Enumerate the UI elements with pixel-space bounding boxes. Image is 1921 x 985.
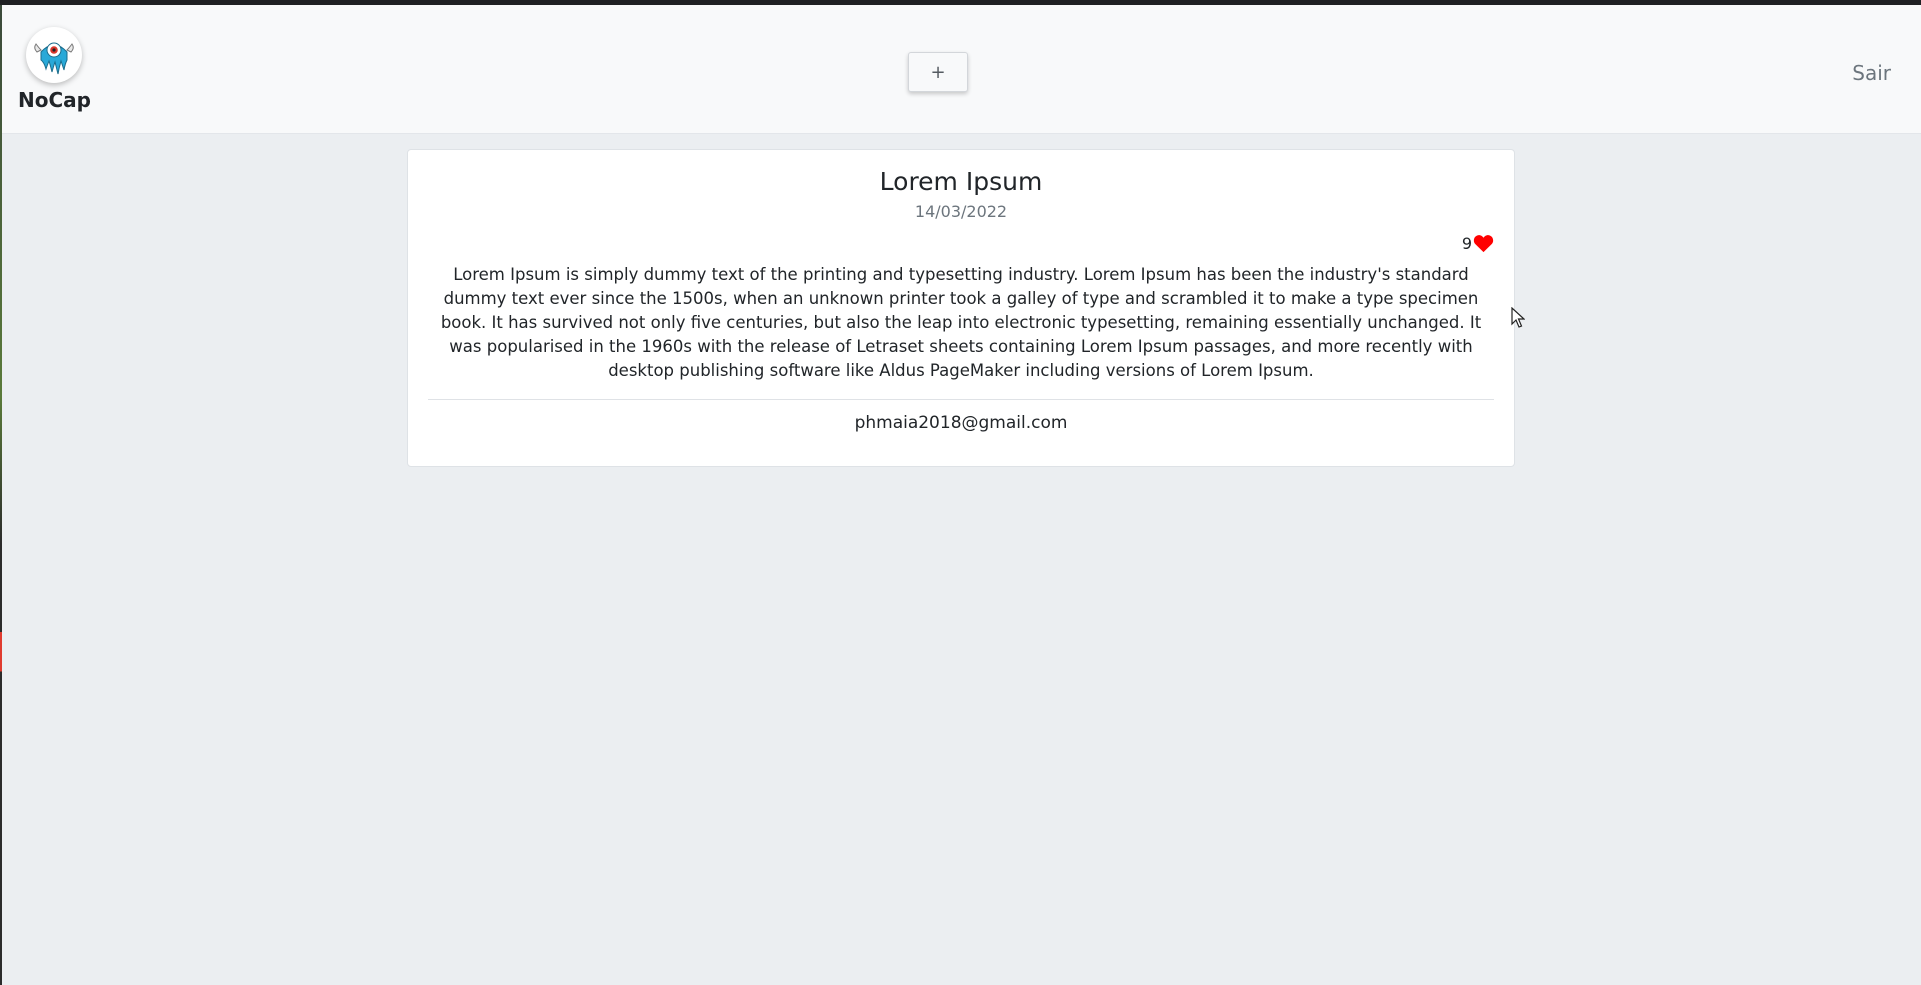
brand[interactable]: NoCap — [18, 27, 91, 112]
post-author-email: phmaia2018@gmail.com — [854, 413, 1068, 433]
navbar: NoCap + Sair — [2, 5, 1921, 134]
logout-link[interactable]: Sair — [1852, 61, 1891, 85]
heart-icon[interactable] — [1473, 234, 1494, 253]
add-post-button[interactable]: + — [908, 52, 968, 92]
post-body: Lorem Ipsum is simply dummy text of the … — [440, 265, 1482, 380]
dripping-eye-logo-icon[interactable] — [26, 27, 82, 83]
like-control[interactable]: 9 — [1462, 234, 1494, 253]
like-count: 9 — [1461, 234, 1472, 253]
window-left-edge — [0, 5, 2, 985]
post-card: Lorem Ipsum 14/03/2022 9 Lorem Ipsum is … — [407, 149, 1515, 467]
post-date: 14/03/2022 — [914, 202, 1008, 221]
post-title: Lorem Ipsum — [879, 167, 1043, 196]
divider — [428, 399, 1494, 400]
brand-name: NoCap — [18, 88, 91, 112]
mouse-cursor-icon — [1511, 307, 1525, 328]
